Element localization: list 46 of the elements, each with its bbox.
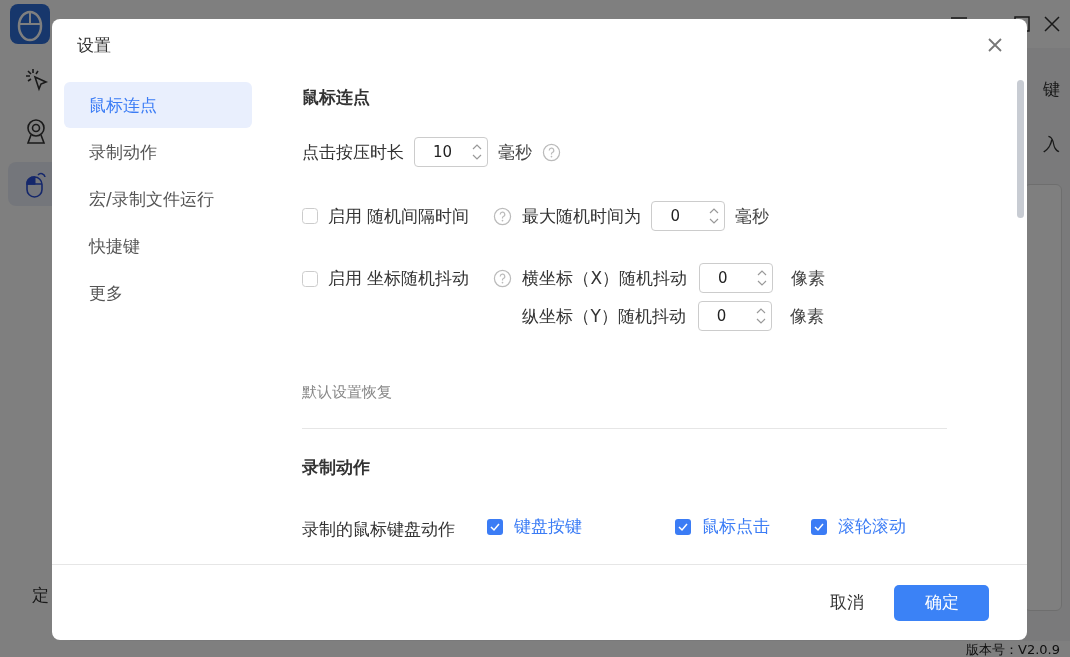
field-label: 点击按压时长: [302, 140, 404, 164]
help-icon[interactable]: [493, 269, 513, 288]
dialog-title: 设置: [77, 33, 111, 57]
section-title: 录制动作: [302, 456, 371, 479]
reset-link[interactable]: 默认设置恢复: [302, 383, 392, 402]
cancel-button[interactable]: 取消: [830, 585, 864, 620]
number-field[interactable]: 0: [651, 201, 726, 231]
unit-label: 像素: [791, 266, 826, 290]
option-label: 键盘按键: [514, 515, 582, 538]
section-title: 鼠标连点: [302, 86, 371, 109]
nav-item[interactable]: 鼠标连点: [64, 82, 252, 128]
cursor-click-icon: [24, 67, 50, 93]
sidebar-label: 定: [32, 584, 50, 607]
toolbar-label: 入: [1043, 133, 1060, 156]
app-logo-icon: [10, 4, 50, 44]
ok-button[interactable]: 确定: [894, 584, 989, 621]
option-label: 鼠标点击: [702, 515, 770, 538]
checkbox[interactable]: [487, 518, 503, 535]
number-field[interactable]: 0: [699, 263, 774, 293]
field-label: 最大随机时间为: [522, 204, 642, 228]
checkbox-label: 启用 坐标随机抖动: [328, 267, 470, 290]
number-field[interactable]: 10: [414, 137, 488, 167]
scrollbar[interactable]: [1017, 80, 1024, 218]
field-label: 录制的鼠标键盘动作: [302, 518, 455, 541]
version-text: 版本号：V2.0.9: [966, 641, 1060, 657]
unit-label: 毫秒: [498, 140, 532, 164]
nav-item[interactable]: 录制动作: [64, 129, 252, 175]
help-icon[interactable]: [542, 142, 561, 162]
checkbox[interactable]: [811, 518, 827, 535]
checkbox[interactable]: [675, 518, 691, 535]
nav-item[interactable]: 更多: [64, 270, 252, 316]
option-label: 滚轮滚动: [838, 515, 906, 538]
close-icon[interactable]: [1044, 16, 1060, 32]
field-label: 纵坐标（Y）随机抖动: [522, 304, 686, 328]
nav-item[interactable]: 宏/录制文件运行: [64, 176, 252, 222]
field-label: 横坐标（X）随机抖动: [522, 266, 688, 290]
checkbox-label: 启用 随机间隔时间: [328, 204, 470, 228]
unit-label: 像素: [789, 304, 824, 328]
unit-label: 毫秒: [735, 204, 770, 228]
number-field[interactable]: 0: [697, 301, 772, 331]
webcam-icon: [24, 118, 48, 146]
toolbar-label: 键: [1043, 78, 1060, 101]
checkbox[interactable]: [302, 208, 318, 224]
nav-item[interactable]: 快捷键: [64, 223, 252, 269]
checkbox[interactable]: [302, 270, 318, 287]
help-icon[interactable]: [493, 206, 513, 226]
